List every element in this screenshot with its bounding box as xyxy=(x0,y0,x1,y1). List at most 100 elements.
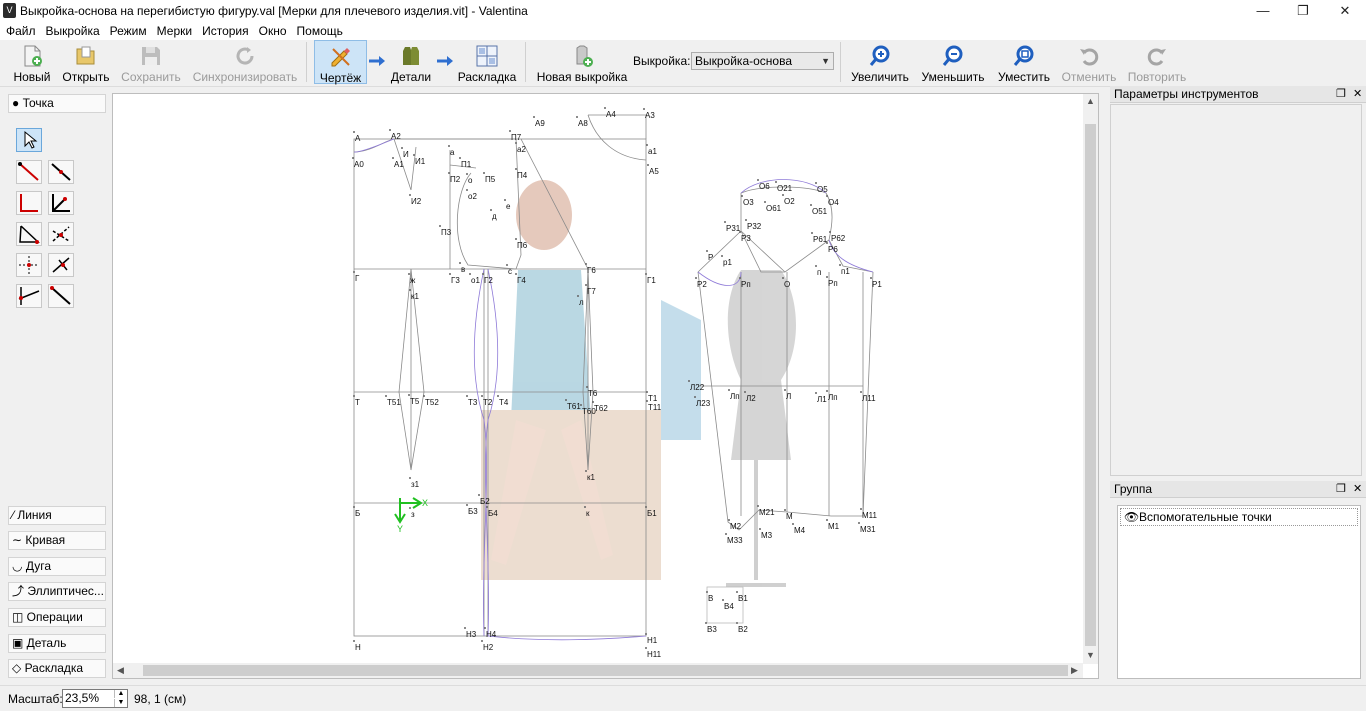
horizontal-scrollbar[interactable]: ◀ ▶ xyxy=(113,663,1083,678)
pattern-point[interactable] xyxy=(482,273,484,275)
pattern-point[interactable] xyxy=(576,116,578,118)
pattern-point[interactable] xyxy=(504,199,506,201)
pattern-point[interactable] xyxy=(464,627,466,629)
point-label[interactable]: П7 xyxy=(511,133,522,142)
point-label[interactable]: д xyxy=(492,212,497,221)
point-label[interactable]: Г6 xyxy=(587,266,596,275)
point-label[interactable]: О51 xyxy=(812,207,828,216)
pattern-point[interactable] xyxy=(389,129,391,131)
point-label[interactable]: п xyxy=(817,268,821,277)
point-label[interactable]: П5 xyxy=(485,175,496,184)
pattern-point[interactable] xyxy=(408,394,410,396)
point-label[interactable]: ж xyxy=(410,276,416,285)
pattern-point[interactable] xyxy=(815,182,817,184)
point-label[interactable]: о2 xyxy=(468,192,477,201)
pattern-point[interactable] xyxy=(584,506,586,508)
point-label[interactable]: Л2 xyxy=(746,394,756,403)
pattern-point[interactable] xyxy=(481,395,483,397)
point-label[interactable]: Р31 xyxy=(726,224,741,233)
point-label[interactable]: Б xyxy=(355,509,360,518)
point-label[interactable]: Г1 xyxy=(647,276,656,285)
point-label[interactable]: П3 xyxy=(441,228,452,237)
point-label[interactable]: В2 xyxy=(738,625,748,634)
pattern-point[interactable] xyxy=(408,273,410,275)
point-label[interactable]: п1 xyxy=(841,267,850,276)
point-label[interactable]: л xyxy=(579,298,584,307)
point-label[interactable]: А9 xyxy=(535,119,545,128)
point-label[interactable]: А2 xyxy=(391,132,401,141)
group-list-item[interactable]: 👁 Вспомогательные точки xyxy=(1120,508,1358,526)
point-label[interactable]: О xyxy=(784,280,790,289)
close-icon[interactable]: ✕ xyxy=(1353,481,1362,498)
pattern-point[interactable] xyxy=(646,144,648,146)
point-label[interactable]: в xyxy=(461,265,465,274)
pattern-point[interactable] xyxy=(706,250,708,252)
pattern-point[interactable] xyxy=(646,400,648,402)
point-label[interactable]: О61 xyxy=(766,204,782,213)
point-label[interactable]: О2 xyxy=(784,197,795,206)
pattern-point[interactable] xyxy=(449,273,451,275)
tool-group-point[interactable]: ● Точка xyxy=(8,94,106,113)
pattern-point[interactable] xyxy=(764,201,766,203)
float-icon[interactable]: ❐ xyxy=(1336,86,1346,103)
pattern-point[interactable] xyxy=(604,107,606,109)
pattern-point[interactable] xyxy=(565,399,567,401)
end-line-point-tool[interactable] xyxy=(16,160,42,184)
pattern-point[interactable] xyxy=(413,154,415,156)
pattern-point[interactable] xyxy=(385,395,387,397)
pattern-point[interactable] xyxy=(466,173,468,175)
pattern-point[interactable] xyxy=(409,289,411,291)
pattern-point[interactable] xyxy=(775,181,777,183)
pattern-point[interactable] xyxy=(580,404,582,406)
new-button[interactable]: Новый xyxy=(10,40,54,84)
pattern-point[interactable] xyxy=(759,528,761,530)
point-label[interactable]: Н11 xyxy=(647,650,662,659)
point-label[interactable]: Т5 xyxy=(410,397,420,406)
pattern-point[interactable] xyxy=(483,172,485,174)
point-label[interactable]: Г4 xyxy=(517,276,526,285)
pattern-point[interactable] xyxy=(694,396,696,398)
point-label[interactable]: е xyxy=(506,202,511,211)
tool-group-operations[interactable]: ◫ Операции xyxy=(8,608,106,627)
pattern-point[interactable] xyxy=(469,273,471,275)
point-label[interactable]: Т1 xyxy=(648,394,658,403)
pattern-point[interactable] xyxy=(353,640,355,642)
point-label[interactable]: А1 xyxy=(394,160,404,169)
intersect-xy-tool[interactable] xyxy=(16,253,42,277)
point-label[interactable]: В3 xyxy=(707,625,717,634)
pattern-point[interactable] xyxy=(409,507,411,509)
normal-point-tool[interactable] xyxy=(16,191,42,215)
spin-up-icon[interactable]: ▲ xyxy=(114,690,127,698)
point-label[interactable]: М xyxy=(786,512,793,521)
pattern-point[interactable] xyxy=(792,523,794,525)
point-label[interactable]: В1 xyxy=(738,594,748,603)
pattern-point[interactable] xyxy=(409,194,411,196)
point-label[interactable]: Т61 xyxy=(567,402,581,411)
pattern-point[interactable] xyxy=(725,533,727,535)
spin-down-icon[interactable]: ▼ xyxy=(114,699,127,707)
point-label[interactable]: Б2 xyxy=(480,497,490,506)
point-label[interactable]: Р61 xyxy=(813,235,828,244)
point-label[interactable]: О5 xyxy=(817,185,828,194)
point-label[interactable]: А4 xyxy=(606,110,616,119)
vertical-scrollbar[interactable]: ▲ ▼ xyxy=(1083,94,1098,664)
pattern-point[interactable] xyxy=(826,276,828,278)
pattern-point[interactable] xyxy=(815,265,817,267)
pattern-point[interactable] xyxy=(353,271,355,273)
scroll-up-icon[interactable]: ▲ xyxy=(1086,96,1095,106)
point-label[interactable]: к1 xyxy=(411,292,420,301)
scroll-down-icon[interactable]: ▼ xyxy=(1086,650,1095,660)
line-intersect-tool[interactable] xyxy=(16,284,42,308)
pattern-point[interactable] xyxy=(645,273,647,275)
pattern-point[interactable] xyxy=(706,591,708,593)
point-label[interactable]: М31 xyxy=(860,525,876,534)
pattern-point[interactable] xyxy=(515,142,517,144)
pattern-point[interactable] xyxy=(839,264,841,266)
close-icon[interactable]: ✕ xyxy=(1353,86,1362,103)
point-label[interactable]: О3 xyxy=(743,198,754,207)
scroll-right-icon[interactable]: ▶ xyxy=(1071,665,1078,676)
pattern-point[interactable] xyxy=(643,108,645,110)
fit-button[interactable]: Уместить xyxy=(994,40,1054,84)
point-label[interactable]: Г3 xyxy=(451,276,460,285)
pattern-point[interactable] xyxy=(826,519,828,521)
